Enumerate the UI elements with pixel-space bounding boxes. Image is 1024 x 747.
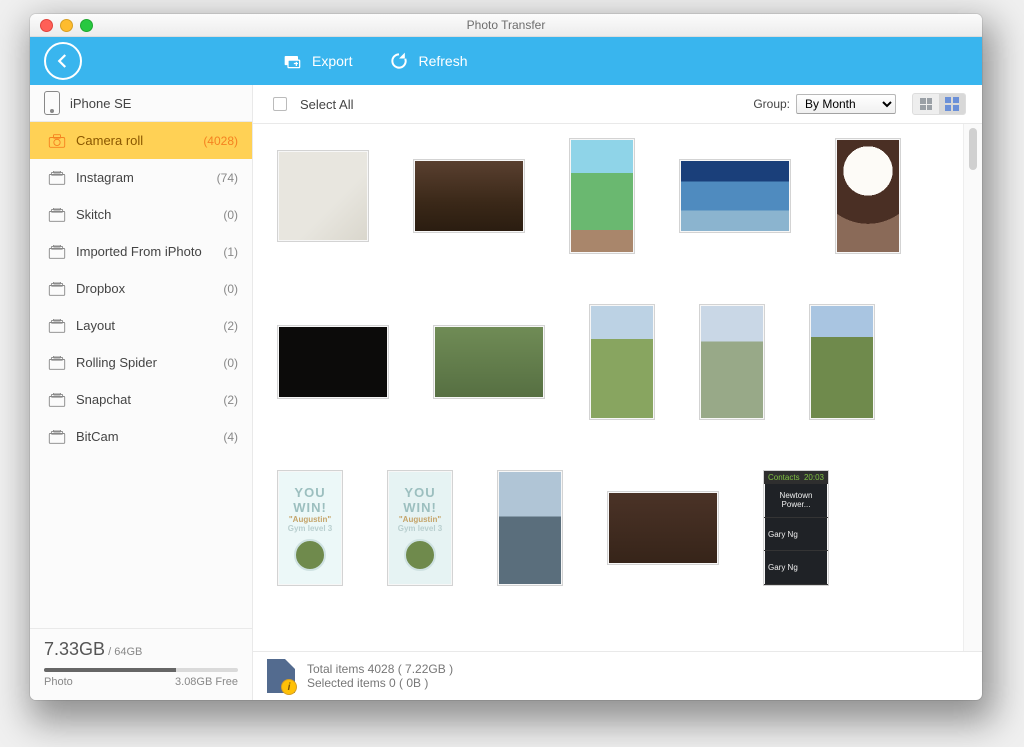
info-icon: i [267,659,295,693]
photo-grid: YOU WIN!"Augustin"Gym level 3 YOU WIN!"Au… [253,124,963,651]
album-count: (0) [223,208,238,222]
phone-icon [44,91,60,115]
storage-total: / 64GB [108,646,142,658]
sidebar-album-2[interactable]: Skitch (0) [30,196,252,233]
album-name: Instagram [76,170,207,185]
album-icon [48,282,66,296]
album-name: Camera roll [76,133,193,148]
thumbnail[interactable] [589,304,655,420]
select-all-label: Select All [300,97,353,112]
album-name: Dropbox [76,281,213,296]
export-button[interactable]: Export [282,51,352,71]
refresh-icon [388,51,410,71]
group-label: Group: [753,97,790,111]
album-count: (2) [223,393,238,407]
sidebar-album-1[interactable]: Instagram (74) [30,159,252,196]
thumbnail[interactable] [569,138,635,254]
main-toolbar: Export Refresh [30,37,982,85]
album-name: Layout [76,318,213,333]
thumbnail[interactable] [433,325,545,399]
view-large-grid[interactable] [939,94,965,114]
storage-label: Photo [44,676,73,688]
album-count: (0) [223,356,238,370]
view-small-grid[interactable] [913,94,939,114]
refresh-button[interactable]: Refresh [388,51,467,71]
album-icon [48,208,66,222]
minimize-icon[interactable] [60,19,73,32]
thumbnail[interactable]: YOU WIN!"Augustin"Gym level 3 [387,470,453,586]
storage-panel: 7.33GB / 64GB Photo 3.08GB Free [30,628,252,700]
album-list: Camera roll (4028) Instagram (74) Skitch (0) I… [30,122,252,628]
sidebar-album-4[interactable]: Dropbox (0) [30,270,252,307]
back-button[interactable] [44,42,82,80]
sidebar-album-0[interactable]: Camera roll (4028) [30,122,252,159]
sidebar-album-3[interactable]: Imported From iPhoto (1) [30,233,252,270]
sidebar: iPhone SE Camera roll (4028) Instagram (74)… [30,85,253,700]
export-label: Export [312,53,352,69]
device-name: iPhone SE [70,96,131,111]
album-name: Rolling Spider [76,355,213,370]
storage-bar [44,668,238,672]
album-name: Skitch [76,207,213,222]
scrollbar[interactable] [963,124,982,651]
maximize-icon[interactable] [80,19,93,32]
camera-icon [48,134,66,148]
album-icon [48,430,66,444]
close-icon[interactable] [40,19,53,32]
titlebar: Photo Transfer [30,14,982,37]
sidebar-album-7[interactable]: Snapchat (2) [30,381,252,418]
status-footer: i Total items 4028 ( 7.22GB ) Selected i… [253,651,982,700]
album-count: (1) [223,245,238,259]
thumbnail[interactable] [413,159,525,233]
storage-free: 3.08GB Free [175,676,238,688]
thumbnail[interactable] [277,150,369,242]
refresh-label: Refresh [418,53,467,69]
window-title: Photo Transfer [30,18,982,32]
album-count: (4) [223,430,238,444]
thumbnail[interactable] [277,325,389,399]
group-select[interactable]: By Month [796,94,896,114]
thumbnail[interactable] [809,304,875,420]
arrow-left-icon [54,52,72,70]
album-icon [48,245,66,259]
grid-toolbar: Select All Group: By Month [253,85,982,124]
album-name: Snapchat [76,392,213,407]
album-icon [48,393,66,407]
view-toggle [912,93,966,115]
album-count: (4028) [203,134,238,148]
thumbnail[interactable] [607,491,719,565]
scrollbar-thumb[interactable] [969,128,977,170]
album-count: (74) [217,171,238,185]
thumbnail[interactable]: Contacts20:03Newtown Power...Gary NgGary… [763,470,829,586]
select-all-checkbox[interactable] [273,97,287,111]
thumbnail[interactable] [679,159,791,233]
album-icon [48,319,66,333]
sidebar-album-6[interactable]: Rolling Spider (0) [30,344,252,381]
device-row[interactable]: iPhone SE [30,85,252,122]
sidebar-album-5[interactable]: Layout (2) [30,307,252,344]
selected-items-label: Selected items 0 ( 0B ) [307,676,453,690]
total-items-label: Total items 4028 ( 7.22GB ) [307,662,453,676]
album-count: (2) [223,319,238,333]
thumbnail[interactable] [497,470,563,586]
sidebar-album-8[interactable]: BitCam (4) [30,418,252,455]
storage-used: 7.33GB [44,639,105,659]
album-icon [48,171,66,185]
album-count: (0) [223,282,238,296]
album-icon [48,356,66,370]
export-icon [282,51,304,71]
thumbnail[interactable] [699,304,765,420]
album-name: BitCam [76,429,213,444]
album-name: Imported From iPhoto [76,244,213,259]
thumbnail[interactable] [835,138,901,254]
app-window: Photo Transfer Export Refresh [30,14,982,700]
thumbnail[interactable]: YOU WIN!"Augustin"Gym level 3 [277,470,343,586]
main-panel: Select All Group: By Month YOU WIN!"Augu… [253,85,982,700]
